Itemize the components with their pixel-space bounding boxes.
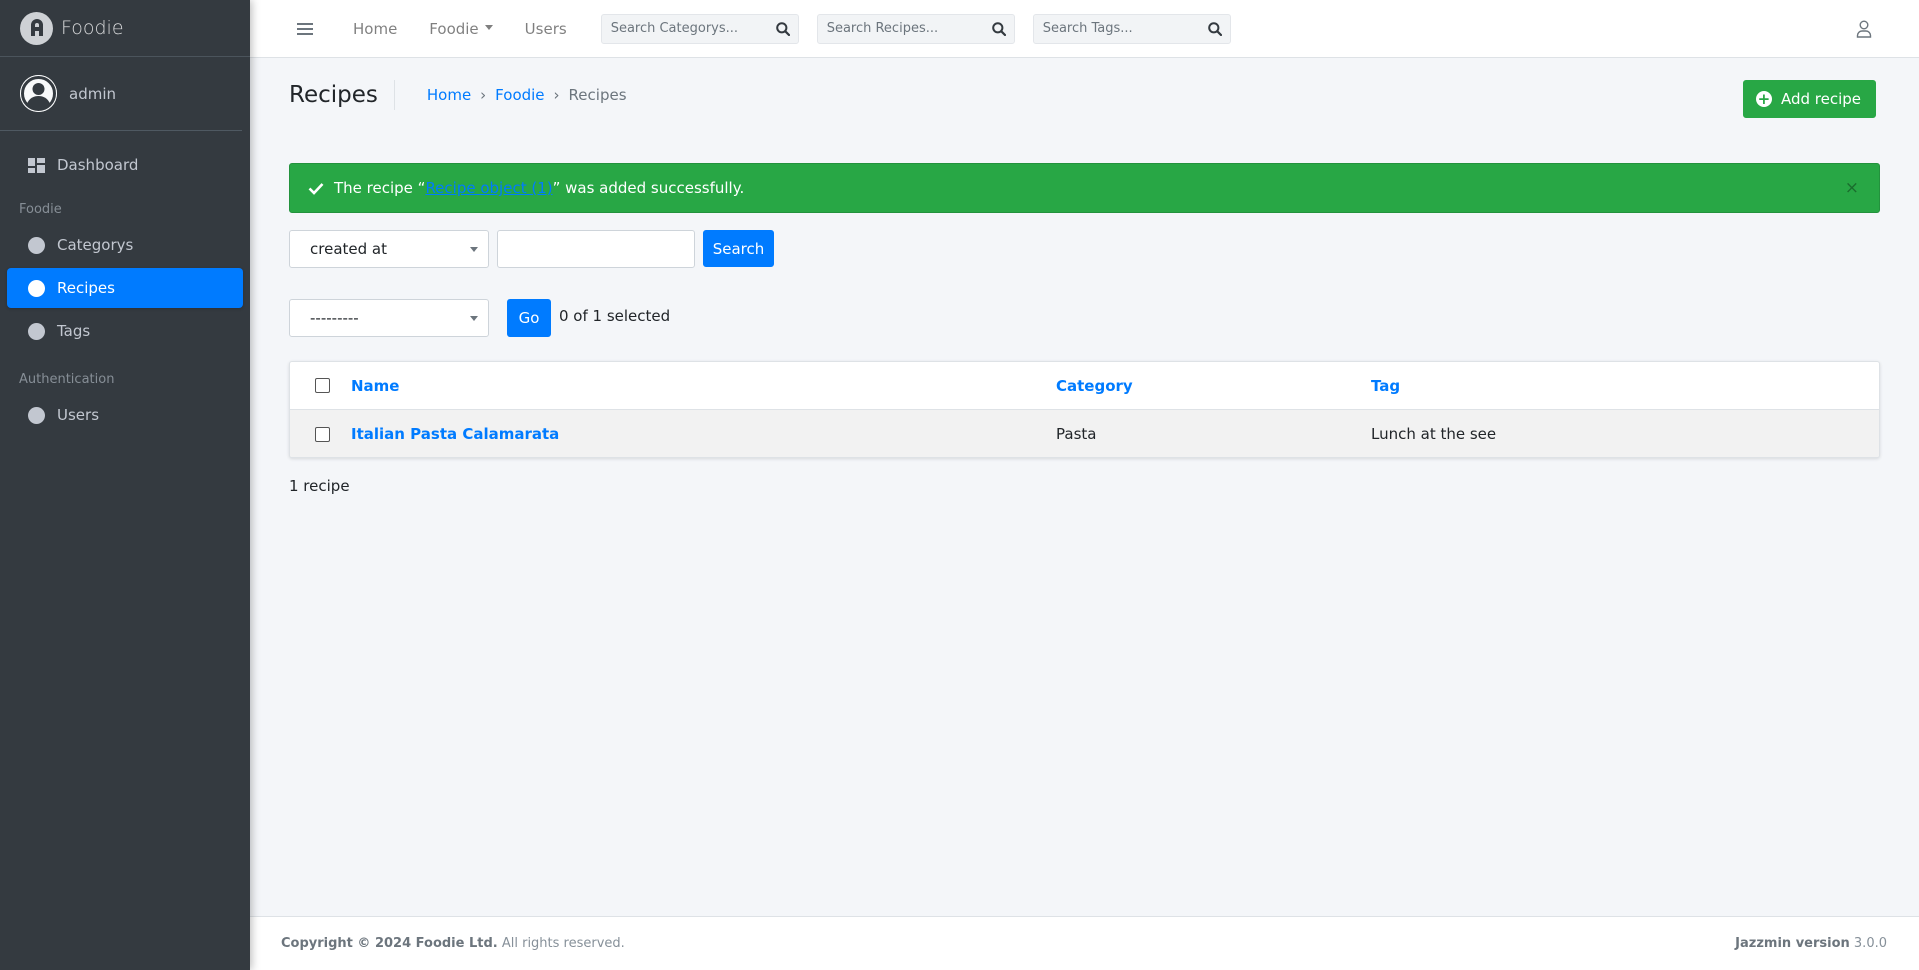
nav-dropdown-foodie[interactable]: Foodie	[413, 20, 508, 38]
circle-icon	[27, 279, 45, 297]
breadcrumb-current: Recipes	[568, 86, 627, 104]
search-categorys-input[interactable]	[601, 14, 768, 43]
search-icon[interactable]	[768, 15, 798, 43]
table-row: Italian Pasta Calamarata Pasta Lunch at …	[290, 410, 1879, 457]
sidebar-item-categorys[interactable]: Categorys	[7, 225, 243, 265]
selection-counter: 0 of 1 selected	[559, 307, 671, 325]
close-icon[interactable]: ×	[1845, 178, 1859, 198]
content-header: Recipes Home › Foodie › Recipes	[289, 80, 627, 110]
sidebar-item-label: Dashboard	[57, 156, 139, 174]
column-header-category[interactable]: Category	[1056, 377, 1133, 395]
search-tags-input[interactable]	[1033, 14, 1200, 43]
sidebar-item-tags[interactable]: Tags	[7, 311, 243, 351]
chevron-down-icon	[470, 247, 478, 252]
alert-prefix: The recipe “	[334, 179, 426, 197]
breadcrumb: Home › Foodie › Recipes	[395, 86, 627, 104]
search-field-select[interactable]: created at	[289, 230, 489, 268]
add-recipe-label: Add recipe	[1780, 90, 1861, 108]
plus-circle-icon: +	[1755, 89, 1772, 108]
sidebar-item-users[interactable]: Users	[7, 395, 243, 435]
success-alert: The recipe “Recipe object (1)” was added…	[289, 163, 1880, 213]
nav-dropdown-label: Foodie	[429, 19, 479, 38]
copyright-text: Copyright © 2024 Foodie Ltd. All rights …	[281, 936, 625, 951]
top-navbar: Home Foodie Users	[250, 0, 1919, 58]
recipe-category: Pasta	[1056, 425, 1097, 443]
search-tags-group	[1032, 13, 1231, 44]
column-header-name[interactable]: Name	[351, 377, 399, 395]
footer: Copyright © 2024 Foodie Ltd. All rights …	[250, 916, 1919, 970]
action-select-value: ---------	[310, 309, 359, 327]
sidebar-item-dashboard[interactable]: Dashboard	[7, 145, 243, 185]
results-table: Name Category Tag Italian Pasta Calamara…	[289, 361, 1880, 458]
circle-icon	[27, 406, 45, 424]
user-panel[interactable]: admin	[0, 57, 242, 131]
search-icon[interactable]	[984, 15, 1014, 43]
recipe-name-link[interactable]: Italian Pasta Calamarata	[351, 425, 559, 443]
version-label: Jazzmin version	[1735, 936, 1850, 951]
brand-logo-icon	[20, 11, 53, 45]
go-button[interactable]: Go	[507, 299, 551, 337]
breadcrumb-home[interactable]: Home	[427, 86, 471, 104]
version-number: 3.0.0	[1849, 936, 1887, 951]
sidebar-nav: Dashboard Foodie Categorys Recipes Tags …	[0, 131, 250, 435]
page-title: Recipes	[289, 80, 395, 110]
caret-down-icon	[484, 24, 493, 30]
nav-link-home[interactable]: Home	[337, 20, 413, 38]
circle-icon	[27, 236, 45, 254]
search-text-input[interactable]	[497, 230, 695, 268]
search-recipes-input[interactable]	[817, 14, 984, 43]
sidebar-item-recipes[interactable]: Recipes	[7, 268, 243, 308]
select-all-checkbox[interactable]	[315, 378, 330, 393]
dashboard-icon	[27, 156, 45, 174]
sidebar: Foodie admin Dashboard Foodie Categorys …	[0, 0, 250, 970]
user-menu-icon[interactable]	[1856, 20, 1872, 42]
row-checkbox[interactable]	[315, 426, 330, 442]
search-categorys-group	[600, 13, 799, 44]
copyright-bold: Copyright © 2024 Foodie Ltd.	[281, 936, 498, 951]
menu-toggle-icon[interactable]	[297, 22, 313, 35]
user-avatar-icon	[20, 75, 57, 112]
alert-suffix: ” was added successfully.	[552, 179, 745, 197]
recipe-tag: Lunch at the see	[1371, 425, 1497, 443]
add-recipe-button[interactable]: + Add recipe	[1742, 80, 1876, 118]
sidebar-item-label: Users	[57, 406, 100, 424]
brand-name: Foodie	[61, 17, 124, 39]
user-name: admin	[69, 84, 116, 103]
breadcrumb-foodie[interactable]: Foodie	[495, 86, 544, 104]
check-icon	[308, 182, 324, 195]
alert-recipe-link[interactable]: Recipe object (1)	[425, 179, 552, 197]
chevron-down-icon	[470, 316, 478, 321]
sidebar-item-label: Tags	[57, 322, 91, 340]
nav-link-users[interactable]: Users	[509, 20, 583, 38]
sidebar-item-label: Recipes	[57, 279, 115, 297]
sidebar-item-label: Categorys	[57, 236, 134, 254]
breadcrumb-separator: ›	[480, 86, 487, 104]
sidebar-section-foodie: Foodie	[19, 202, 62, 217]
table-header-row: Name Category Tag	[290, 362, 1879, 410]
search-recipes-group	[816, 13, 1015, 44]
action-select[interactable]: ---------	[289, 299, 489, 337]
brand-link[interactable]: Foodie	[0, 0, 250, 57]
breadcrumb-separator: ›	[553, 86, 560, 104]
search-button[interactable]: Search	[703, 230, 774, 267]
result-count: 1 recipe	[289, 477, 350, 495]
column-header-tag[interactable]: Tag	[1371, 377, 1400, 395]
sidebar-section-authentication: Authentication	[19, 372, 115, 387]
copyright-rest: All rights reserved.	[497, 936, 625, 951]
search-field-value: created at	[310, 240, 387, 258]
circle-icon	[27, 322, 45, 340]
version-text: Jazzmin version 3.0.0	[1735, 936, 1887, 951]
search-icon[interactable]	[1200, 15, 1230, 43]
